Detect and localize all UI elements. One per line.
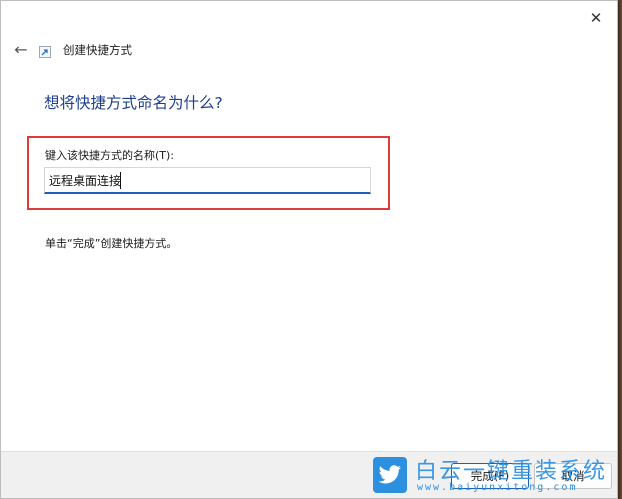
close-icon: ✕ [589,9,603,27]
desktop-edge [618,0,622,499]
window-title: 创建快捷方式 [63,43,132,57]
shortcut-name-input[interactable] [44,167,371,194]
shortcut-icon [39,46,51,58]
close-button[interactable]: ✕ [581,5,611,31]
cancel-button[interactable]: 取消 [534,463,612,489]
text-caret [120,172,121,189]
create-shortcut-window: ✕ ← 创建快捷方式 想将快捷方式命名为什么? 键入该快捷方式的名称(T): 单… [0,0,618,499]
finish-hint: 单击“完成”创建快捷方式。 [45,237,178,250]
back-arrow-icon: ← [14,39,28,59]
back-button[interactable]: ← [11,39,31,59]
shortcut-name-label: 键入该快捷方式的名称(T): [45,149,175,162]
finish-button[interactable]: 完成(F) [451,463,529,489]
page-heading: 想将快捷方式命名为什么? [44,94,223,112]
